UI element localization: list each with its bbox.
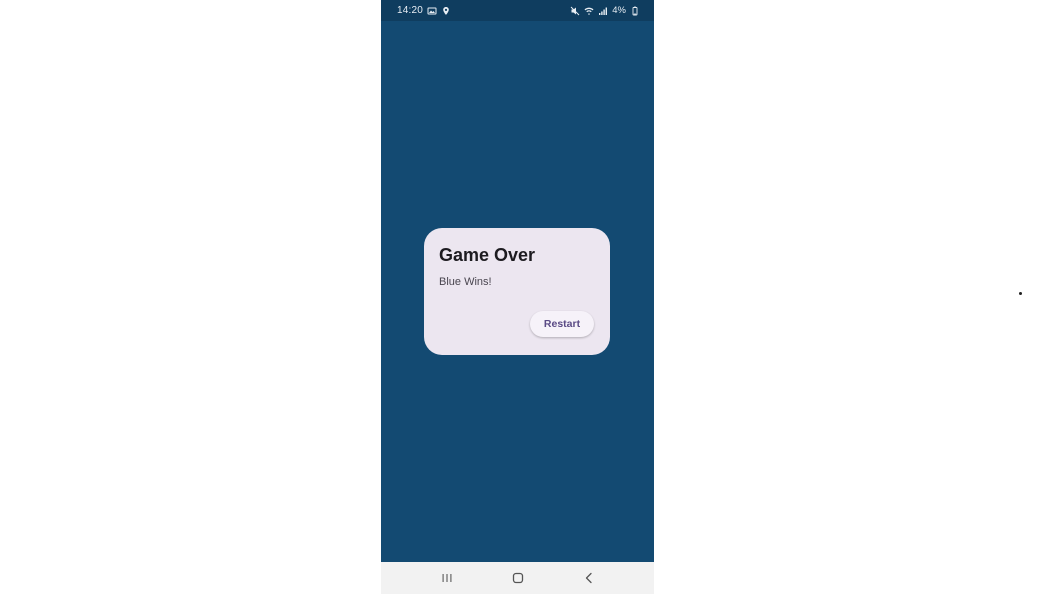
status-time: 14:20 <box>397 5 424 16</box>
recent-apps-button[interactable] <box>436 567 458 589</box>
restart-button[interactable]: Restart <box>530 311 594 337</box>
status-bar: 14:20 4% <box>381 0 654 21</box>
game-over-dialog: Game Over Blue Wins! Restart <box>424 228 610 355</box>
dialog-title: Game Over <box>439 245 536 265</box>
back-button[interactable] <box>578 567 600 589</box>
dialog-message: Blue Wins! <box>439 276 492 288</box>
home-button[interactable] <box>507 567 529 589</box>
battery-percent: 4% <box>612 5 626 16</box>
recent-apps-icon <box>442 574 451 582</box>
navigation-bar <box>381 562 654 594</box>
status-left: 14:20 <box>397 5 451 16</box>
wifi-icon <box>584 6 594 16</box>
location-icon <box>441 6 451 16</box>
battery-icon <box>630 6 640 16</box>
cursor-dot <box>1019 292 1022 295</box>
mute-icon <box>570 6 580 16</box>
home-icon <box>512 572 523 584</box>
phone-screen: 14:20 4% Game Over Blue Wins! Restart <box>381 0 654 594</box>
image-icon <box>427 6 437 16</box>
status-right: 4% <box>570 5 640 16</box>
screen: 14:20 4% Game Over Blue Wins! Restart <box>0 0 1042 594</box>
back-icon <box>585 572 592 584</box>
signal-icon <box>598 6 608 16</box>
